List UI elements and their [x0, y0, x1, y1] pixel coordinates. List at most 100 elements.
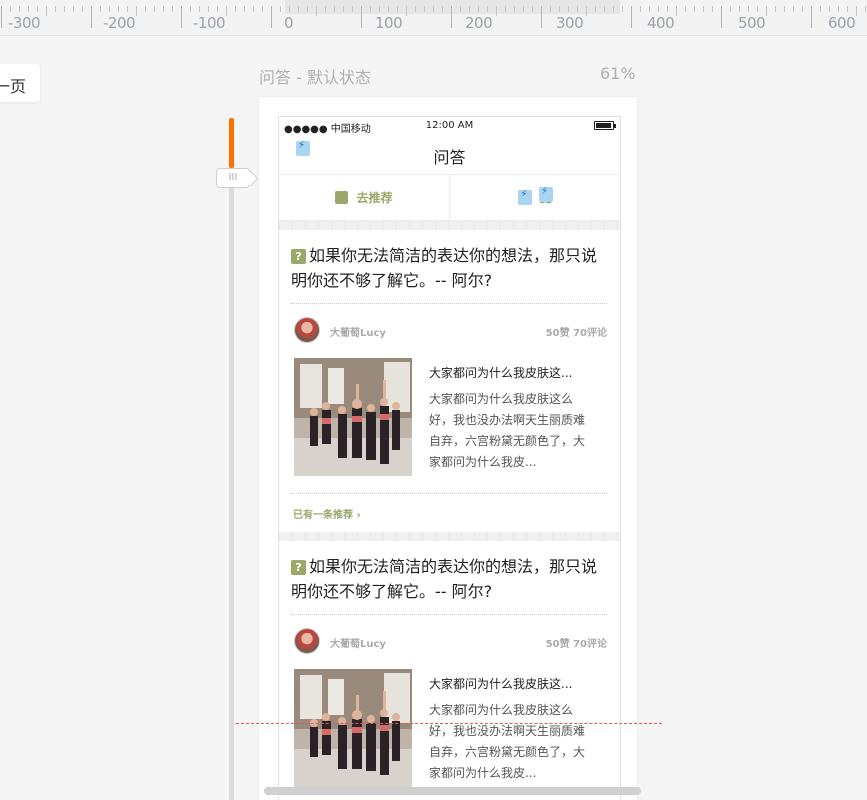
- artboard[interactable]: ●●●●● 中国移动 12:00 AM 问答 去推荐 提 ?如果你无法简洁的表达…: [259, 97, 637, 800]
- ruler-tick: [838, 6, 839, 12]
- answer-meta: 大葡萄Lucy 50赞 70评论: [291, 304, 607, 358]
- vertical-slider-track[interactable]: [229, 118, 234, 800]
- ruler-tick: [721, 6, 722, 28]
- ruler-tick: [235, 6, 236, 12]
- ruler-tick: [244, 6, 245, 12]
- ruler-tick: [100, 6, 101, 12]
- ruler-tick: [136, 6, 137, 16]
- artboard-title[interactable]: 问答 - 默认状态: [259, 64, 371, 88]
- ruler-tick: [208, 6, 209, 12]
- ruler-tick: [325, 6, 326, 12]
- ruler-tick: [730, 6, 731, 12]
- ruler-tick: [703, 6, 704, 12]
- ruler-tick: [217, 6, 218, 12]
- ruler-tick: [190, 6, 191, 12]
- ruler-artboard-band: [285, 0, 620, 14]
- ruler-tick: [667, 6, 668, 12]
- fitness-photo-image: [294, 669, 412, 787]
- question-text: ? 如果你无法简洁的表达你的想法，那只说明你还不够了解它。-- 阿尔?: [291, 230, 607, 304]
- fitness-photo-image: [294, 358, 412, 476]
- answer-content[interactable]: 大家都问为什么我皮肤这... 大家都问为什么我皮肤这么好，我也没办法啊天生丽质难…: [291, 669, 607, 800]
- ruler-tick: [712, 6, 713, 12]
- status-time: 12:00 AM: [425, 120, 474, 131]
- tab-recommend[interactable]: 去推荐: [279, 175, 449, 220]
- recommend-link[interactable]: 已有一条推荐 ›: [291, 494, 607, 532]
- ruler-tick: [253, 6, 254, 12]
- ruler-tick: [856, 6, 857, 16]
- ruler-tick: [271, 6, 272, 28]
- avatar[interactable]: [294, 317, 320, 343]
- horizontal-scrollbar[interactable]: [264, 787, 641, 795]
- ruler-label: 100: [375, 14, 403, 32]
- ruler-tick: [163, 6, 164, 12]
- ruler-tick: [352, 6, 353, 12]
- ruler-label: 0: [284, 14, 294, 32]
- question-label: 如果你无法简洁的表达你的想法，那只说明你还不够了解它。-- 阿尔?: [291, 246, 598, 290]
- ruler-label: -100: [193, 14, 226, 32]
- ruler-tick: [73, 6, 74, 12]
- user-name[interactable]: 大葡萄Lucy: [330, 324, 386, 339]
- ruler-tick: [289, 6, 290, 12]
- horizontal-ruler: -300 -200 -100 0 100 200 300 400 500 600: [0, 0, 867, 36]
- tab-bar: 去推荐 提: [279, 175, 620, 221]
- ruler-tick: [10, 6, 11, 12]
- guide-line[interactable]: [236, 723, 662, 724]
- ruler-tick: [532, 6, 533, 12]
- ruler-tick: [262, 6, 263, 12]
- ruler-tick: [676, 6, 677, 16]
- ruler-tick: [361, 6, 362, 28]
- ruler-tick: [397, 6, 398, 12]
- vertical-slider-fill: [229, 118, 234, 168]
- question-card[interactable]: ? 如果你无法简洁的表达你的想法，那只说明你还不够了解它。-- 阿尔? 大葡萄Lu…: [279, 541, 620, 800]
- ruler-tick: [379, 6, 380, 12]
- answer-content[interactable]: 大家都问为什么我皮肤这... 大家都问为什么我皮肤这么好，我也没办法啊天生丽质难…: [291, 358, 607, 494]
- ruler-tick: [199, 6, 200, 12]
- ruler-tick: [91, 6, 92, 28]
- page-list-item[interactable]: 一页: [0, 64, 40, 102]
- phone-screen: ●●●●● 中国移动 12:00 AM 问答 去推荐 提 ?如果你无法简洁的表达…: [278, 116, 621, 800]
- post-photo: [294, 669, 412, 787]
- ruler-tick: [685, 6, 686, 12]
- ruler-tick: [181, 6, 182, 28]
- ruler-tick: [577, 6, 578, 12]
- ruler-tick: [640, 6, 641, 12]
- ruler-label: 300: [556, 14, 584, 32]
- ruler-tick: [514, 6, 515, 12]
- ruler-tick: [550, 6, 551, 12]
- question-text: ? 如果你无法简洁的表达你的想法，那只说明你还不够了解它。-- 阿尔?: [291, 541, 607, 615]
- ruler-tick: [505, 6, 506, 12]
- ruler-tick: [145, 6, 146, 12]
- battery-icon: [594, 121, 616, 130]
- answer-stats: 50赞 70评论: [545, 639, 607, 650]
- lightning-icon: [539, 186, 553, 202]
- ruler-tick: [118, 6, 119, 12]
- recommend-link-label: 已有一条推荐 ›: [293, 510, 361, 521]
- question-mark-icon: ?: [291, 249, 306, 264]
- ruler-tick: [316, 6, 317, 16]
- question-label: 如果你无法简洁的表达你的想法，那只说明你还不够了解它。-- 阿尔?: [291, 557, 598, 601]
- ruler-tick: [451, 6, 452, 28]
- ruler-tick: [757, 6, 758, 12]
- ruler-tick: [28, 6, 29, 12]
- avatar[interactable]: [294, 628, 320, 654]
- ruler-tick: [127, 6, 128, 12]
- ruler-tick: [541, 6, 542, 28]
- post-body: 大家都问为什么我皮肤这么好，我也没办法啊天生丽质难自弃，六宫粉黛无颜色了，大家都…: [429, 703, 586, 780]
- ruler-tick: [1, 6, 2, 28]
- ruler-tick: [433, 6, 434, 12]
- tab-ask[interactable]: 提: [449, 175, 620, 220]
- section-divider: [279, 221, 620, 230]
- ruler-tick: [568, 6, 569, 12]
- user-name[interactable]: 大葡萄Lucy: [330, 635, 386, 650]
- post-title: 大家都问为什么我皮肤这...: [429, 677, 573, 691]
- ruler-tick: [307, 6, 308, 12]
- answer-stats: 50赞 70评论: [545, 328, 607, 339]
- ruler-label: 600: [828, 14, 856, 32]
- ruler-tick: [82, 6, 83, 12]
- ruler-tick: [811, 6, 812, 28]
- vertical-slider-handle[interactable]: III: [216, 168, 250, 188]
- ruler-tick: [748, 6, 749, 12]
- ruler-tick: [469, 6, 470, 12]
- ruler-tick: [658, 6, 659, 12]
- question-card[interactable]: ? 如果你无法简洁的表达你的想法，那只说明你还不够了解它。-- 阿尔? 大葡萄Lu…: [279, 230, 620, 532]
